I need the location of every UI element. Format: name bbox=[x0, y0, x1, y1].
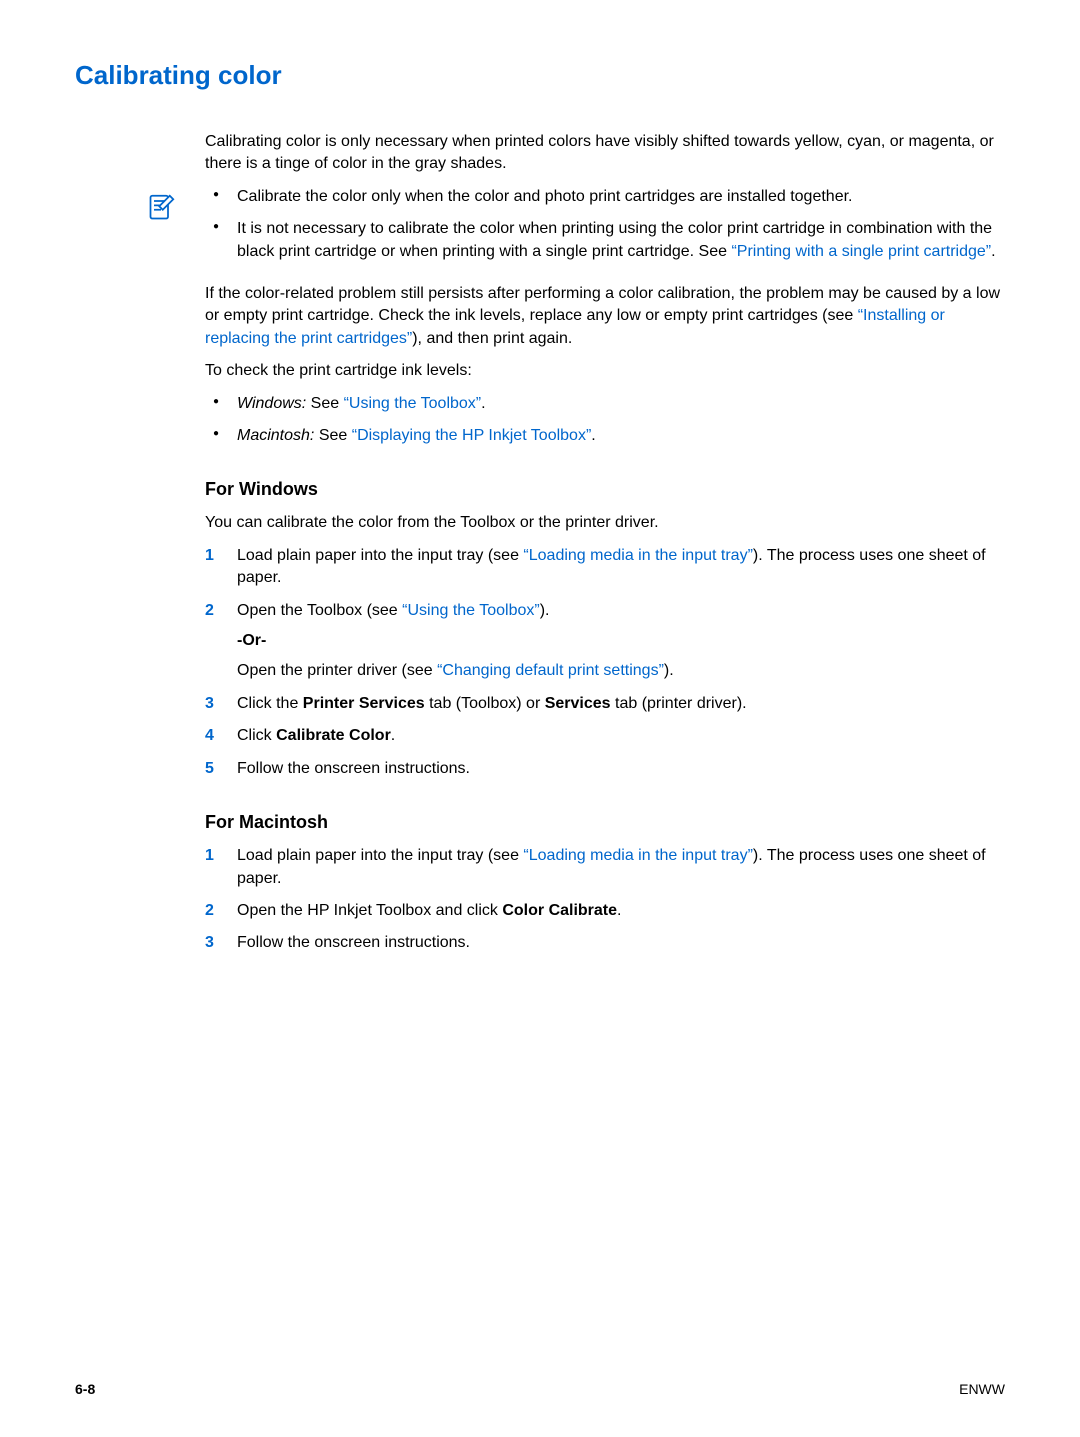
mac-step-3: 3 Follow the onscreen instructions. bbox=[205, 932, 1005, 954]
color-calibrate-label: Color Calibrate bbox=[502, 902, 617, 919]
step-number: 4 bbox=[205, 725, 214, 747]
step-number: 2 bbox=[205, 900, 214, 922]
link-hp-inkjet-toolbox[interactable]: “Displaying the HP Inkjet Toolbox” bbox=[352, 427, 592, 444]
step-number: 1 bbox=[205, 845, 214, 867]
text: Follow the onscreen instructions. bbox=[237, 760, 470, 777]
step-number: 3 bbox=[205, 693, 214, 715]
step-number: 1 bbox=[205, 545, 214, 567]
or-divider: -Or- bbox=[237, 630, 1005, 652]
note-block: Calibrate the color only when the color … bbox=[147, 186, 1005, 273]
text: ). bbox=[664, 662, 674, 679]
text: Click the bbox=[237, 695, 303, 712]
text: ), and then print again. bbox=[412, 330, 572, 347]
text: ). bbox=[540, 602, 550, 619]
text: Load plain paper into the input tray (se… bbox=[237, 547, 523, 564]
text: Load plain paper into the input tray (se… bbox=[237, 847, 523, 864]
text: Open the printer driver (see bbox=[237, 662, 437, 679]
windows-intro: You can calibrate the color from the Too… bbox=[205, 512, 1005, 534]
services-label: Services bbox=[545, 695, 611, 712]
win-step-3: 3 Click the Printer Services tab (Toolbo… bbox=[205, 693, 1005, 715]
link-loading-media[interactable]: “Loading media in the input tray” bbox=[523, 547, 752, 564]
mac-step-2: 2 Open the HP Inkjet Toolbox and click C… bbox=[205, 900, 1005, 922]
win-step-5: 5 Follow the onscreen instructions. bbox=[205, 758, 1005, 780]
page-number: 6-8 bbox=[75, 1381, 95, 1397]
step-number: 3 bbox=[205, 932, 214, 954]
windows-label: Windows: bbox=[237, 395, 306, 412]
win-step-1: 1 Load plain paper into the input tray (… bbox=[205, 545, 1005, 590]
check-levels-list: Windows: See “Using the Toolbox”. Macint… bbox=[205, 393, 1005, 448]
text: See bbox=[306, 395, 343, 412]
text: Open the Toolbox (see bbox=[237, 602, 402, 619]
note-icon bbox=[147, 194, 175, 222]
win-step-4: 4 Click Calibrate Color. bbox=[205, 725, 1005, 747]
link-single-cartridge[interactable]: “Printing with a single print cartridge” bbox=[731, 243, 991, 260]
text: . bbox=[591, 427, 595, 444]
text: See bbox=[314, 427, 351, 444]
text: Click bbox=[237, 727, 276, 744]
step-number: 5 bbox=[205, 758, 214, 780]
text: Open the HP Inkjet Toolbox and click bbox=[237, 902, 502, 919]
macintosh-label: Macintosh: bbox=[237, 427, 314, 444]
intro-paragraph: Calibrating color is only necessary when… bbox=[205, 131, 1005, 176]
link-using-toolbox[interactable]: “Using the Toolbox” bbox=[344, 395, 482, 412]
page-title: Calibrating color bbox=[75, 60, 1005, 91]
paragraph-persist: If the color-related problem still persi… bbox=[205, 283, 1005, 350]
text: . bbox=[391, 727, 395, 744]
note-bullet-2: It is not necessary to calibrate the col… bbox=[205, 218, 1005, 263]
windows-steps: 1 Load plain paper into the input tray (… bbox=[205, 545, 1005, 780]
text: tab (printer driver). bbox=[611, 695, 747, 712]
text: . bbox=[481, 395, 485, 412]
step-number: 2 bbox=[205, 600, 214, 622]
note-bullet-1: Calibrate the color only when the color … bbox=[205, 186, 1005, 208]
text: . bbox=[617, 902, 621, 919]
macintosh-steps: 1 Load plain paper into the input tray (… bbox=[205, 845, 1005, 955]
text: tab (Toolbox) or bbox=[425, 695, 545, 712]
printer-services-label: Printer Services bbox=[303, 695, 425, 712]
check-macintosh: Macintosh: See “Displaying the HP Inkjet… bbox=[205, 425, 1005, 447]
content-body: Calibrating color is only necessary when… bbox=[205, 131, 1005, 955]
paragraph-check-levels: To check the print cartridge ink levels: bbox=[205, 360, 1005, 382]
heading-windows: For Windows bbox=[205, 477, 1005, 502]
mac-step-1: 1 Load plain paper into the input tray (… bbox=[205, 845, 1005, 890]
heading-macintosh: For Macintosh bbox=[205, 810, 1005, 835]
footer-brand: ENWW bbox=[959, 1381, 1005, 1397]
calibrate-color-label: Calibrate Color bbox=[276, 727, 391, 744]
win-step-2: 2 Open the Toolbox (see “Using the Toolb… bbox=[205, 600, 1005, 683]
note-bullet-list: Calibrate the color only when the color … bbox=[205, 186, 1005, 273]
text: . bbox=[991, 243, 995, 260]
page-footer: 6-8 ENWW bbox=[75, 1381, 1005, 1397]
link-loading-media-2[interactable]: “Loading media in the input tray” bbox=[523, 847, 752, 864]
text: Follow the onscreen instructions. bbox=[237, 934, 470, 951]
link-using-toolbox-2[interactable]: “Using the Toolbox” bbox=[402, 602, 540, 619]
check-windows: Windows: See “Using the Toolbox”. bbox=[205, 393, 1005, 415]
link-changing-settings[interactable]: “Changing default print settings” bbox=[437, 662, 664, 679]
